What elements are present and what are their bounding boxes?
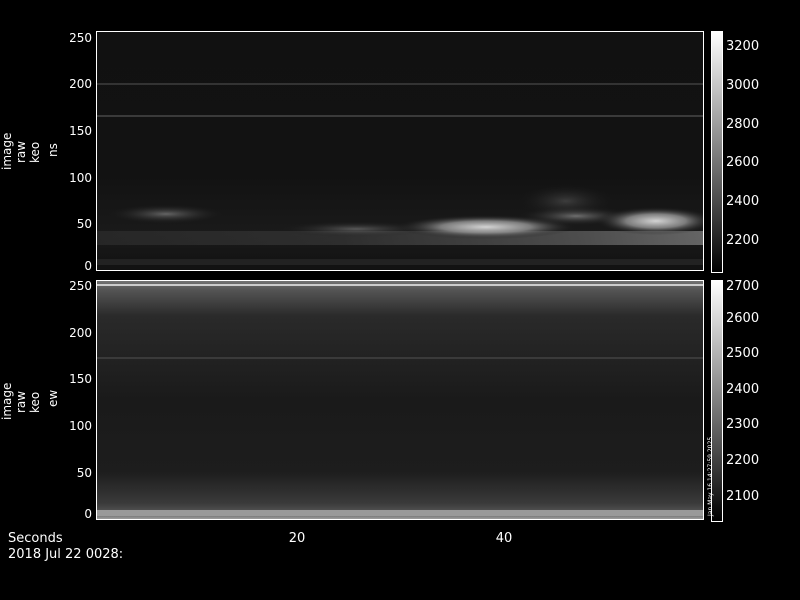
top-ytick-250: 250: [69, 31, 92, 45]
bot-ylabel-image: image: [0, 382, 14, 420]
top-ytick-200: 200: [69, 77, 92, 91]
top-ylabel-ns: ns: [46, 143, 60, 157]
top-ytick-150: 150: [69, 124, 92, 138]
bot-cbar-2700: 2700: [726, 279, 760, 294]
top-ytick-50: 50: [76, 217, 92, 231]
top-cbar-2600: 2600: [726, 155, 760, 170]
bot-cbar-2200: 2200: [726, 453, 760, 468]
bot-ytick-50: 50: [76, 466, 92, 480]
top-ylabel-raw: raw: [14, 140, 28, 163]
bot-cbar-2500: 2500: [726, 346, 760, 361]
top-cbar-3200: 3200: [726, 39, 760, 54]
bot-cbar-2400: 2400: [726, 382, 760, 397]
top-cbar-3000: 3000: [726, 78, 760, 93]
top-cbar-2400: 2400: [726, 194, 760, 209]
xtick-20: 20: [288, 531, 306, 546]
x-axis-label: Seconds: [8, 531, 63, 546]
top-panel: [96, 31, 716, 271]
top-ylabel-image: image: [0, 132, 14, 170]
top-colorbar: [711, 31, 723, 273]
date-label: 2018 Jul 22 0028:: [8, 547, 124, 562]
bot-ylabel-raw: raw: [14, 390, 28, 413]
top-ylabel-keo: keo: [28, 141, 42, 163]
top-cbar-2800: 2800: [726, 117, 760, 132]
bot-cbar-2600: 2600: [726, 311, 760, 326]
timestamp-stamp: Jan May 16 14:27:59 2025: [707, 436, 714, 516]
bot-ytick-100: 100: [69, 419, 92, 433]
bot-cbar-2100: 2100: [726, 489, 760, 504]
bot-ytick-0: 0: [84, 507, 92, 521]
bot-ytick-150: 150: [69, 372, 92, 386]
xtick-40: 40: [495, 531, 513, 546]
bot-cbar-2300: 2300: [726, 417, 760, 432]
bot-ytick-250: 250: [69, 279, 92, 293]
bot-ytick-200: 200: [69, 326, 92, 340]
bot-ylabel-ew: ew: [46, 389, 60, 407]
top-ytick-100: 100: [69, 171, 92, 185]
top-ytick-0: 0: [84, 259, 92, 273]
bot-ylabel-keo: keo: [28, 391, 42, 413]
bottom-panel: [96, 280, 704, 520]
top-cbar-2200: 2200: [726, 233, 760, 248]
